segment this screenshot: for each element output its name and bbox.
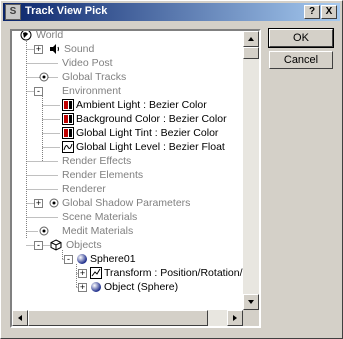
tree-item-label: Background Color : Bezier Color bbox=[76, 113, 227, 125]
color-track-icon bbox=[62, 113, 74, 125]
arrow-right-icon bbox=[233, 315, 237, 321]
circle-dot-icon bbox=[39, 72, 49, 82]
tree-item-label: Medit Materials bbox=[62, 225, 134, 237]
collapse-icon[interactable]: - bbox=[34, 241, 43, 250]
expand-icon[interactable]: + bbox=[34, 45, 43, 54]
scroll-left-button[interactable] bbox=[12, 310, 28, 326]
color-track-icon bbox=[62, 99, 74, 111]
track-view-pick-dialog: S Track View Pick ? X World + Sound Vide… bbox=[0, 0, 343, 339]
tree-item-label: World bbox=[36, 31, 64, 41]
cancel-button[interactable]: Cancel bbox=[269, 51, 333, 69]
circle-dot-icon bbox=[39, 226, 49, 236]
float-track-icon bbox=[62, 141, 74, 153]
tree-item-label: Global Tracks bbox=[62, 71, 127, 83]
objects-icon bbox=[50, 239, 62, 251]
tree-item-label: Video Post bbox=[62, 57, 113, 69]
tree-item-label: Scene Materials bbox=[62, 211, 138, 223]
expand-icon[interactable]: + bbox=[78, 283, 87, 292]
arrow-left-icon bbox=[18, 315, 22, 321]
collapse-icon[interactable]: - bbox=[34, 87, 43, 96]
window-title: Track View Pick bbox=[25, 5, 108, 17]
sphere-icon bbox=[77, 254, 87, 264]
tree-item-label: Sound bbox=[64, 43, 95, 55]
tree-item-label: Environment bbox=[62, 85, 121, 97]
ok-button[interactable]: OK bbox=[268, 28, 334, 48]
close-button[interactable]: X bbox=[321, 5, 337, 19]
circle-dot-icon bbox=[49, 198, 59, 208]
arrow-up-icon bbox=[248, 37, 254, 41]
sphere-icon bbox=[91, 282, 101, 292]
tree-item-label: Objects bbox=[66, 239, 102, 251]
arrow-down-icon bbox=[248, 300, 254, 304]
app-icon: S bbox=[5, 4, 21, 20]
vertical-scroll-thumb[interactable] bbox=[243, 47, 259, 59]
expand-icon[interactable]: + bbox=[78, 269, 87, 278]
expand-icon[interactable]: + bbox=[34, 199, 43, 208]
scroll-up-button[interactable] bbox=[243, 31, 259, 47]
tree-item-label: Renderer bbox=[62, 183, 106, 195]
track-tree[interactable]: World + Sound Video Post Global Tracks -… bbox=[12, 31, 243, 310]
vertical-scrollbar[interactable] bbox=[243, 31, 259, 310]
collapse-icon[interactable]: - bbox=[64, 255, 73, 264]
horizontal-scrollbar[interactable] bbox=[12, 310, 243, 326]
tree-item-label: Ambient Light : Bezier Color bbox=[76, 99, 207, 111]
horizontal-scroll-thumb[interactable] bbox=[28, 310, 208, 326]
help-button[interactable]: ? bbox=[304, 5, 320, 19]
tree-item-label: Transform : Position/Rotation/Scale bbox=[104, 267, 243, 279]
title-bar[interactable]: S Track View Pick ? X bbox=[3, 3, 340, 21]
world-icon bbox=[20, 31, 32, 41]
scroll-down-button[interactable] bbox=[243, 294, 259, 310]
scrollbar-corner bbox=[243, 310, 259, 326]
transform-icon bbox=[90, 267, 102, 279]
tree-item-label: Render Effects bbox=[62, 155, 132, 167]
tree-item-label: Global Light Tint : Bezier Color bbox=[76, 127, 219, 139]
tree-item-label: Render Elements bbox=[62, 169, 144, 181]
tree-item-label: Global Shadow Parameters bbox=[62, 197, 191, 209]
tree-item-label: Global Light Level : Bezier Float bbox=[76, 141, 225, 153]
sound-icon bbox=[50, 44, 59, 54]
color-track-icon bbox=[62, 127, 74, 139]
tree-item-label: Object (Sphere) bbox=[104, 281, 179, 293]
track-tree-panel: World + Sound Video Post Global Tracks -… bbox=[10, 29, 261, 328]
scroll-right-button[interactable] bbox=[227, 310, 243, 326]
tree-item-label: Sphere01 bbox=[90, 253, 136, 265]
